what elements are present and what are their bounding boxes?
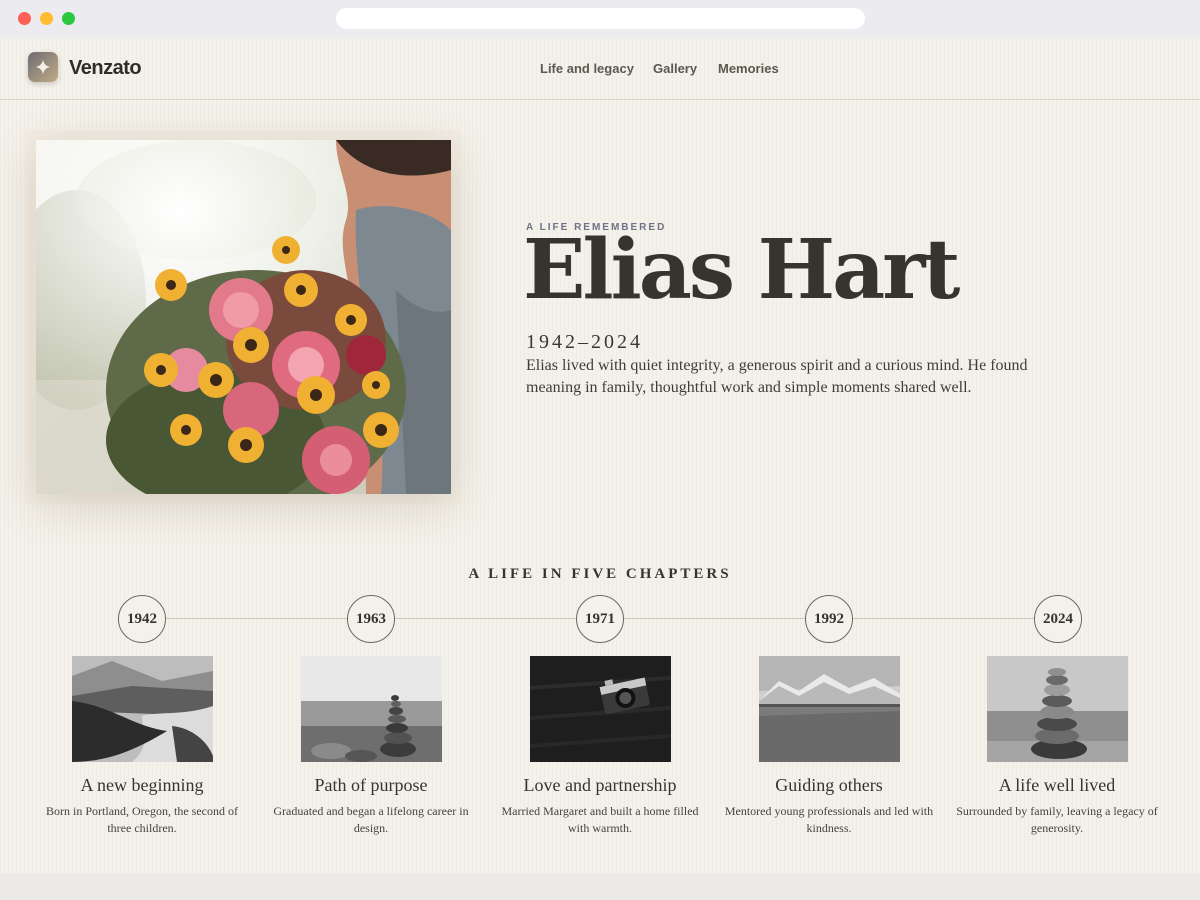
minimize-window-button[interactable] [40,12,53,25]
chapter-title: Path of purpose [314,775,428,795]
brand-name[interactable]: Venzato [69,57,142,80]
chapter-image [72,656,213,762]
chapter-image [301,656,442,762]
chapter-image [987,656,1128,762]
address-bar[interactable] [336,8,865,29]
logo-mark[interactable] [28,52,58,82]
vintage-camera-image [530,656,671,762]
chapter-title: A new beginning [80,775,204,795]
nav-gallery[interactable]: Gallery [653,61,697,76]
chapter-description: Born in Portland, Oregon, the second of … [46,804,238,835]
chapter-description: Graduated and began a lifelong career in… [273,804,469,835]
browser-chrome [0,0,1200,37]
year-marker: 1992 [805,595,853,643]
nav-life-and-legacy[interactable]: Life and legacy [540,61,634,76]
chapter-description: Mentored young professionals and led wit… [724,804,934,835]
sparkle-icon [35,59,51,75]
chapter-title: Guiding others [775,775,883,795]
year-marker: 2024 [1034,595,1082,643]
chapter-image [530,656,671,762]
year-marker: 1971 [576,595,624,643]
biography-text: Elias lived with quiet integrity, a gene… [526,357,1028,396]
chapter-image [759,656,900,762]
stone-cairn-image [301,656,442,762]
life-dates: 1942–2024 [526,331,643,353]
balanced-stones-image [987,656,1128,762]
nav-memories[interactable]: Memories [718,61,779,76]
portrait-photo [36,140,451,494]
year-marker: 1963 [347,595,395,643]
site-header: Venzato Life and legacy Gallery Memories [0,37,1200,100]
fjord-landscape-image [72,656,213,762]
year-marker: 1942 [118,595,166,643]
chapter-title: Love and partnership [523,775,677,795]
chapter-description: Married Margaret and built a home filled… [501,804,699,835]
timeline-title: A LIFE IN FIVE CHAPTERS [468,566,732,582]
flower-bouquet-image [36,140,451,494]
maximize-window-button[interactable] [62,12,75,25]
deceased-name: Elias Hart [523,222,960,318]
chapter-description: Surrounded by family, leaving a legacy o… [956,804,1158,835]
memorial-page: Venzato Life and legacy Gallery Memories [0,37,1200,873]
close-window-button[interactable] [18,12,31,25]
mountain-valley-image [759,656,900,762]
chapter-title: A life well lived [998,775,1116,795]
